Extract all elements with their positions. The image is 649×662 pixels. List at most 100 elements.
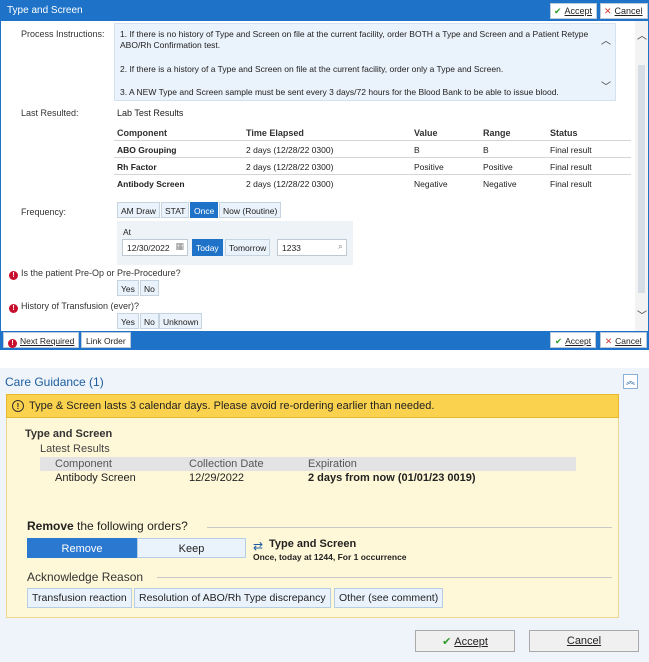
results-header-component: Component (55, 458, 112, 470)
time-field[interactable]: 1233 ⌕ (277, 239, 347, 256)
table-row: Antibody Screen 2 days (12/28/22 0300) N… (114, 174, 631, 191)
keep-button[interactable]: Keep (137, 538, 246, 558)
checkmark-icon: ✔ (442, 636, 452, 648)
table-row: ABO Grouping 2 days (12/28/22 0300) B B … (114, 140, 631, 157)
reason-abo-rh-discrepancy[interactable]: Resolution of ABO/Rh Type discrepancy (134, 588, 331, 608)
frequency-once[interactable]: Once (190, 202, 219, 218)
order-name: Type and Screen (269, 538, 357, 550)
frequency-label: Frequency: (21, 207, 67, 217)
frequency-stat[interactable]: STAT (161, 202, 190, 218)
accept-button[interactable]: ✔ Accept (550, 3, 598, 19)
tomorrow-button[interactable]: Tomorrow (225, 239, 271, 256)
transfusion-yes[interactable]: Yes (117, 313, 139, 329)
required-icon: ! (9, 271, 18, 280)
warning-banner: ! Type & Screen lasts 3 calendar days. P… (6, 394, 619, 418)
order-titlebar: Type and Screen ✔ Accept ✕ Cancel (1, 1, 648, 21)
result-collection-date: 12/29/2022 (189, 472, 245, 484)
search-icon[interactable]: ⌕ (338, 241, 343, 252)
guidance-accept-button[interactable]: ✔ Accept (415, 630, 515, 652)
section-title: Type and Screen (25, 428, 113, 440)
order-detail: Once, today at 1244, For 1 occurrence (253, 552, 407, 562)
instruction-line: ABO/Rh Confirmation test. (120, 40, 221, 50)
lab-cell: Negative (414, 179, 448, 189)
frequency-now-routine[interactable]: Now (Routine) (219, 202, 282, 218)
lab-header-range: Range (483, 128, 511, 138)
lab-header-value: Value (414, 128, 438, 138)
lab-cell: Positive (414, 162, 444, 172)
at-panel: At 12/30/2022 ▦ Today Tomorrow 1233 ⌕ (117, 221, 353, 265)
reason-transfusion-reaction[interactable]: Transfusion reaction (27, 588, 132, 608)
table-row: Rh Factor 2 days (12/28/22 0300) Positiv… (114, 157, 631, 174)
instruction-line: 3. A NEW Type and Screen sample must be … (120, 87, 559, 97)
reason-other[interactable]: Other (see comment) (334, 588, 444, 608)
instructions-scrollbar[interactable]: ︿ ﹀ (597, 24, 615, 100)
lab-cell: Final result (550, 179, 592, 189)
calendar-icon[interactable]: ▦ (175, 241, 184, 252)
care-guidance-title: Care Guidance (1) (5, 375, 104, 389)
divider (207, 527, 612, 528)
frequency-am-draw[interactable]: AM Draw (117, 202, 160, 218)
remove-rest: the following orders? (73, 519, 188, 533)
guidance-accept-label: Accept (454, 636, 488, 648)
transfusion-no[interactable]: No (140, 313, 159, 329)
pre-op-no[interactable]: No (140, 280, 159, 296)
close-icon: ✕ (604, 6, 612, 16)
lab-cell: ABO Grouping (117, 145, 177, 155)
today-button[interactable]: Today (192, 239, 223, 256)
required-icon: ! (8, 339, 17, 348)
guidance-box: Type and Screen Latest Results Component… (6, 418, 619, 618)
pre-op-yes[interactable]: Yes (117, 280, 139, 296)
lab-cell: Final result (550, 162, 592, 172)
remove-button[interactable]: Remove (27, 538, 137, 558)
question-transfusion-label: History of Transfusion (ever)? (21, 301, 140, 311)
lab-cell: 2 days (12/28/22 0300) (246, 179, 334, 189)
order-icon: ⇄ (253, 539, 264, 553)
lab-cell: Antibody Screen (117, 179, 185, 189)
question-pre-op: ! Is the patient Pre-Op or Pre-Procedure? (9, 268, 181, 280)
footer-cancel-button[interactable]: ✕ Cancel (600, 332, 647, 348)
next-required-button[interactable]: ! Next Required (3, 332, 80, 348)
results-header: Component Collection Date Expiration (40, 457, 576, 471)
question-pre-op-label: Is the patient Pre-Op or Pre-Procedure? (21, 268, 181, 278)
chevron-up-icon[interactable]: ︿ (637, 27, 647, 42)
accept-label: Accept (564, 6, 593, 16)
latest-results-label: Latest Results (40, 443, 110, 455)
remove-orders-heading: Remove the following orders? (27, 519, 188, 533)
process-instructions-label: Process Instructions: (21, 29, 105, 39)
order-body: Process Instructions: 1. If there is no … (1, 21, 635, 331)
lab-cell: Rh Factor (117, 162, 157, 172)
guidance-cancel-label: Cancel (566, 635, 602, 647)
banner-text: Type & Screen lasts 3 calendar days. Ple… (29, 400, 435, 412)
order-footer: ! Next Required Link Order ✔ Accept ✕ Cance… (1, 331, 648, 349)
guidance-cancel-button[interactable]: Cancel (529, 630, 639, 652)
care-guidance-panel: Care Guidance (1) ︽ ! Type & Screen last… (0, 368, 649, 662)
footer-accept-button[interactable]: ✔ Accept (550, 332, 597, 348)
close-icon: ✕ (605, 336, 613, 346)
lab-cell: Negative (483, 179, 517, 189)
footer-accept-label: Accept (565, 336, 592, 346)
scrollbar-thumb[interactable] (638, 65, 645, 293)
divider (157, 577, 612, 578)
result-component: Antibody Screen (55, 472, 136, 484)
chevron-down-icon[interactable]: ﹀ (637, 307, 647, 322)
question-transfusion: ! History of Transfusion (ever)? (9, 301, 139, 313)
transfusion-unknown[interactable]: Unknown (159, 313, 203, 329)
lab-cell: Final result (550, 145, 592, 155)
lab-cell: 2 days (12/28/22 0300) (246, 145, 334, 155)
date-field[interactable]: 12/30/2022 ▦ (122, 239, 188, 256)
date-value: 12/30/2022 (127, 243, 170, 253)
chevron-down-icon[interactable]: ﹀ (601, 78, 611, 93)
order-title: Type and Screen (7, 5, 83, 16)
collapse-icon[interactable]: ︽ (623, 374, 638, 389)
cancel-button[interactable]: ✕ Cancel (600, 3, 648, 19)
chevron-up-icon[interactable]: ︿ (601, 32, 611, 47)
last-resulted-label: Last Resulted: (21, 108, 79, 118)
lab-cell: Positive (483, 162, 513, 172)
time-value: 1233 (282, 243, 301, 253)
lab-header-component: Component (117, 128, 167, 138)
order-scrollbar[interactable]: ︿ ﹀ (635, 21, 648, 331)
lab-cell: B (483, 145, 489, 155)
link-order-button[interactable]: Link Order (81, 332, 131, 348)
lab-header-status: Status (550, 128, 578, 138)
alert-icon: ! (12, 400, 24, 412)
